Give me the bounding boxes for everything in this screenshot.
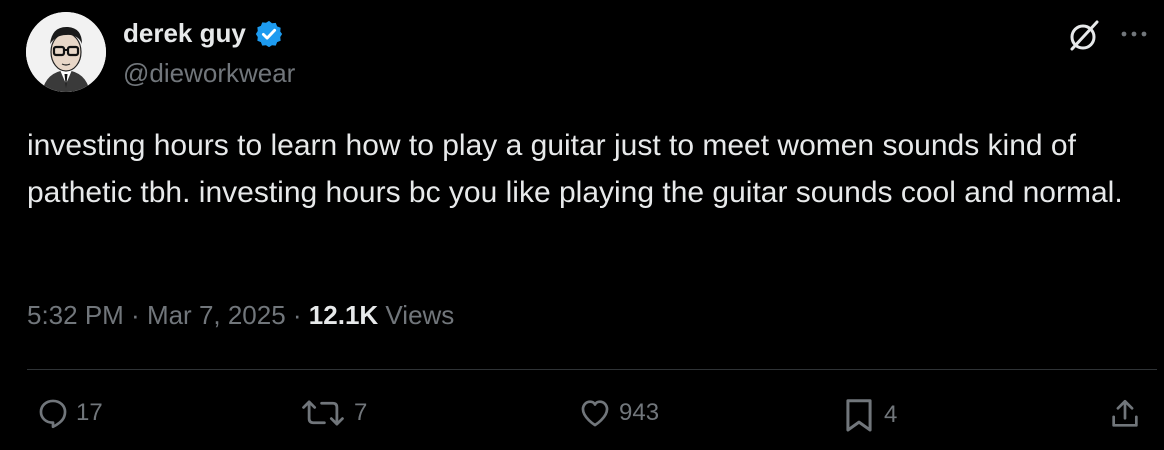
author-display-name[interactable]: derek guy — [123, 18, 246, 49]
divider — [27, 369, 1157, 370]
bookmark-icon — [846, 399, 872, 432]
avatar-illustration — [26, 12, 106, 92]
repost-icon — [302, 400, 344, 426]
views-label: Views — [385, 300, 455, 330]
like-button[interactable]: 943 — [577, 396, 659, 430]
repost-count: 7 — [354, 399, 368, 426]
repost-button[interactable]: 7 — [298, 396, 367, 430]
like-count: 943 — [619, 399, 660, 426]
avatar[interactable] — [26, 12, 106, 92]
author-handle[interactable]: @dieworkwear — [123, 58, 295, 89]
reply-icon — [39, 399, 67, 429]
views-count: 12.1K — [308, 300, 379, 330]
bookmark-button[interactable]: 4 — [840, 396, 897, 434]
more-icon[interactable] — [1118, 22, 1150, 46]
author-name-row: derek guy — [123, 18, 284, 49]
reply-button[interactable]: 17 — [36, 396, 103, 430]
meta-separator: · — [123, 300, 147, 330]
bookmark-count: 4 — [884, 401, 898, 428]
like-icon — [581, 400, 609, 427]
reply-count: 17 — [76, 399, 103, 426]
share-icon — [1112, 399, 1138, 427]
tweet-text: investing hours to learn how to play a g… — [27, 129, 1123, 209]
verified-badge-icon — [255, 20, 282, 47]
meta-separator: · — [285, 300, 309, 330]
share-button[interactable] — [1108, 396, 1142, 432]
tweet-meta: 5:32 PM · Mar 7, 2025 · 12.1K Views — [27, 300, 454, 331]
grok-icon[interactable] — [1066, 18, 1102, 54]
tweet-date[interactable]: Mar 7, 2025 — [147, 300, 286, 330]
tweet-time[interactable]: 5:32 PM — [27, 300, 124, 330]
